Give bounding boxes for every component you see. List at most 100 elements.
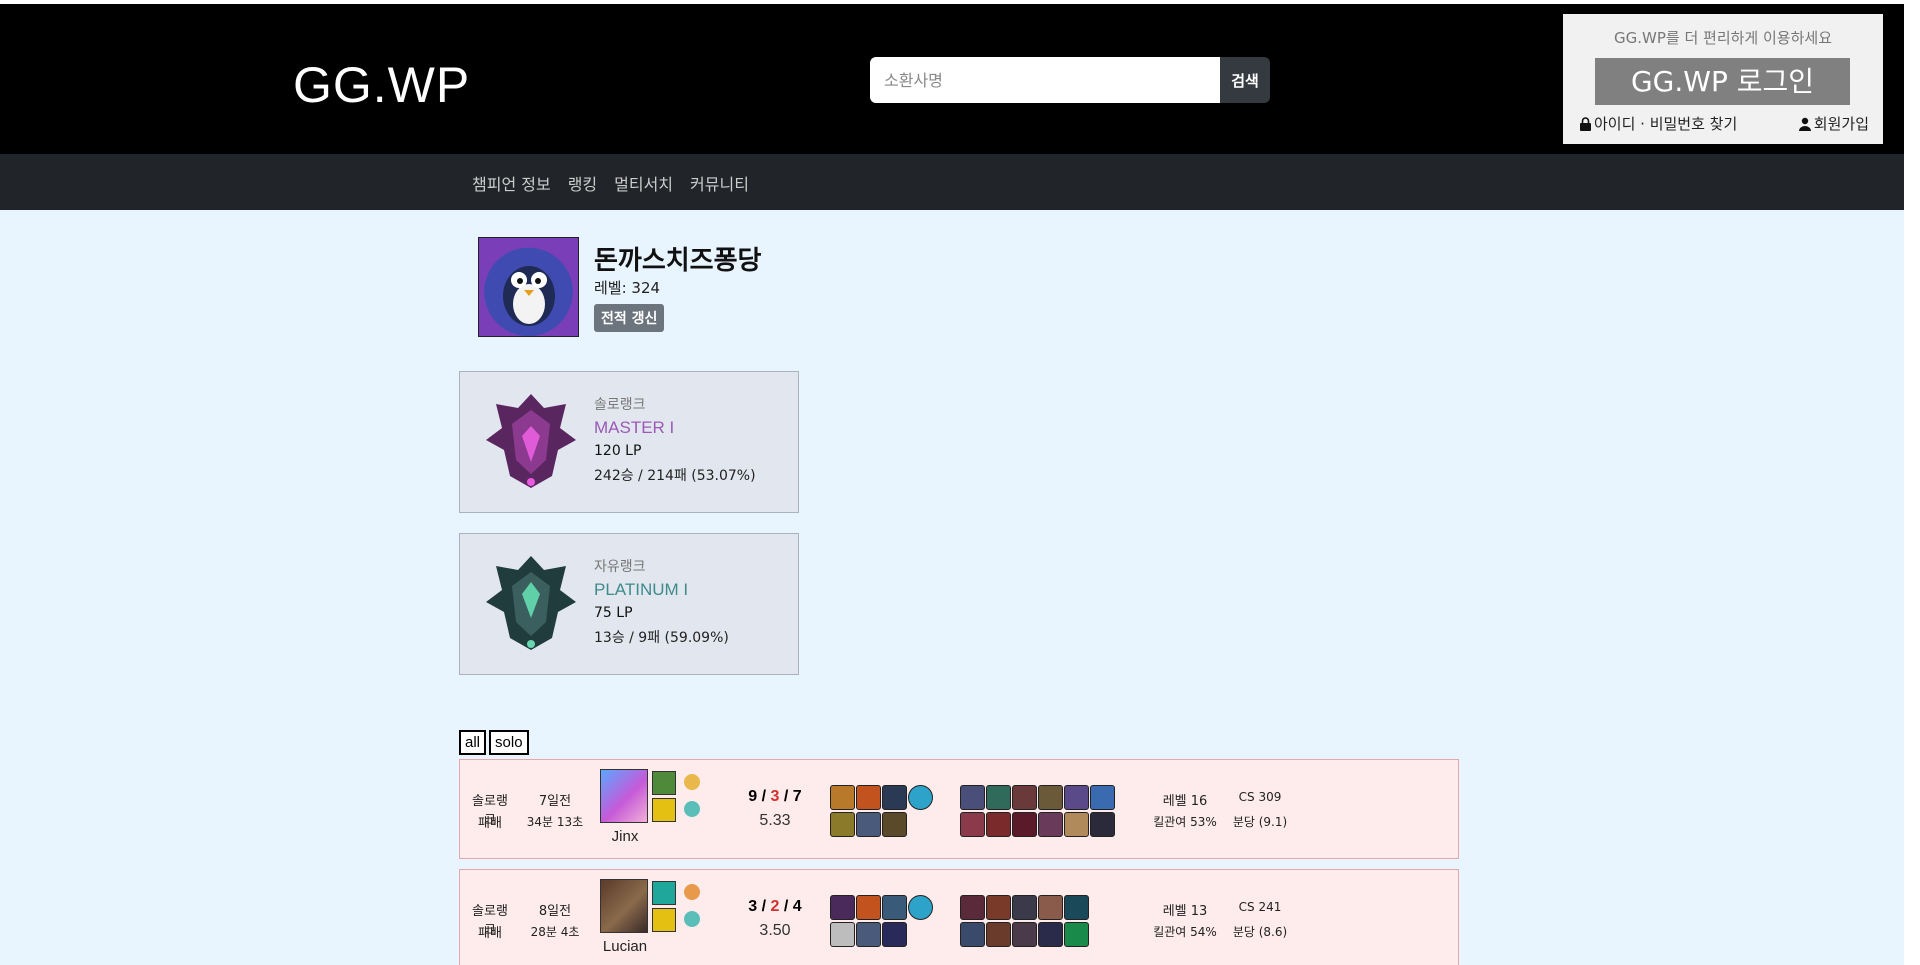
item-icon bbox=[882, 922, 907, 947]
refresh-button[interactable]: 전적 갱신 bbox=[594, 304, 665, 332]
nav-item-community[interactable]: 커뮤니티 bbox=[690, 171, 749, 195]
match-filters: all solo bbox=[459, 730, 529, 755]
user-icon bbox=[1798, 117, 1811, 131]
summoner-level: 레벨: 324 bbox=[594, 279, 661, 297]
signup-link[interactable]: 회원가입 bbox=[1798, 113, 1869, 134]
item-icon bbox=[856, 922, 881, 947]
kills: 3 bbox=[748, 898, 758, 915]
match-row[interactable]: 솔로랭크 패배 7일전 34분 13초 Jinx 9 / 3 / 7 5.33 bbox=[459, 759, 1459, 859]
assists: 4 bbox=[792, 898, 802, 915]
item-icon bbox=[856, 895, 881, 920]
participant-champion-icon bbox=[960, 785, 985, 810]
summoner-spell-icon bbox=[652, 881, 676, 905]
kda-ratio: 5.33 bbox=[759, 812, 791, 829]
rank-lp: 120 LP bbox=[594, 443, 642, 459]
flex-rank-card: 자유랭크 PLATINUM I 75 LP 13승 / 9패 (59.09%) bbox=[459, 533, 799, 675]
search-button[interactable]: 검색 bbox=[1220, 57, 1270, 103]
rune-icon bbox=[684, 774, 700, 790]
rank-queue-type: 솔로랭크 bbox=[594, 397, 646, 413]
champion-portrait bbox=[600, 769, 648, 823]
rune-icon bbox=[684, 801, 700, 817]
participant-champion-icon bbox=[1064, 812, 1089, 837]
participant-champion-icon bbox=[960, 895, 985, 920]
site-logo[interactable]: GG.WP bbox=[293, 56, 470, 114]
filter-all-button[interactable]: all bbox=[459, 730, 487, 755]
participant-champion-icon bbox=[1038, 785, 1063, 810]
item-icon bbox=[856, 785, 881, 810]
rank-record: 242승 / 214패 (53.07%) bbox=[594, 468, 756, 484]
nav-item-ranking[interactable]: 랭킹 bbox=[568, 171, 597, 195]
summoner-search-input[interactable] bbox=[870, 57, 1220, 103]
participant-champion-icon bbox=[960, 922, 985, 947]
participant-champion-icon bbox=[986, 785, 1011, 810]
login-button[interactable]: GG.WP 로그인 bbox=[1595, 58, 1850, 105]
match-row[interactable]: 솔로랭크 패배 8일전 28분 4초 Lucian 3 / 2 / 4 3.50… bbox=[459, 869, 1459, 965]
nav-item-champions[interactable]: 챔피언 정보 bbox=[472, 171, 551, 195]
item-icon bbox=[882, 785, 907, 810]
participant-champion-icon bbox=[1012, 895, 1037, 920]
rank-tier: PLATINUM I bbox=[594, 580, 689, 599]
participant-champion-icon bbox=[1038, 922, 1063, 947]
rank-queue-type: 자유랭크 bbox=[594, 559, 646, 575]
filter-solo-button[interactable]: solo bbox=[489, 730, 529, 755]
item-icon bbox=[882, 812, 907, 837]
participant-champion-icon bbox=[1038, 895, 1063, 920]
item-icon bbox=[882, 895, 907, 920]
main-nav: 챔피언 정보 랭킹 멀티서치 커뮤니티 bbox=[0, 154, 1904, 210]
summoner-spell-icon bbox=[652, 798, 676, 822]
deaths: 2 bbox=[770, 898, 780, 915]
master-emblem-icon bbox=[486, 394, 576, 488]
summoner-spell-icon bbox=[652, 771, 676, 795]
item-icon bbox=[830, 785, 855, 810]
login-links: 아이디 · 비밀번호 찾기 회원가입 bbox=[1579, 113, 1869, 134]
match-duration: 34분 13초 bbox=[526, 815, 584, 829]
match-cs: CS 241 bbox=[1238, 900, 1282, 914]
participant-champion-icon bbox=[1064, 785, 1089, 810]
nav-item-multisearch[interactable]: 멀티서치 bbox=[614, 171, 673, 195]
login-panel: GG.WP를 더 편리하게 이용하세요 GG.WP 로그인 아이디 · 비밀번호… bbox=[1563, 14, 1883, 144]
platinum-emblem-icon bbox=[486, 556, 576, 650]
participant-champion-icon bbox=[1064, 895, 1089, 920]
kda-score: 9 / 3 / 7 bbox=[748, 788, 802, 805]
match-cs: CS 309 bbox=[1238, 790, 1282, 804]
match-cs-per-min: 분당 (8.6) bbox=[1232, 925, 1288, 939]
participant-champion-icon bbox=[986, 895, 1011, 920]
solo-rank-card: 솔로랭크 MASTER I 120 LP 242승 / 214패 (53.07%… bbox=[459, 371, 799, 513]
kda-ratio: 3.50 bbox=[759, 922, 791, 939]
participant-champion-icon bbox=[1064, 922, 1089, 947]
match-result: 패배 bbox=[478, 926, 502, 941]
champion-name: Jinx bbox=[611, 828, 639, 845]
item-icon bbox=[830, 895, 855, 920]
match-result: 패배 bbox=[478, 816, 502, 831]
item-icon bbox=[908, 785, 933, 810]
lock-icon bbox=[1580, 116, 1591, 131]
login-hint: GG.WP를 더 편리하게 이용하세요 bbox=[1614, 29, 1832, 47]
rank-tier: MASTER I bbox=[594, 418, 675, 437]
champion-name: Lucian bbox=[602, 938, 648, 955]
match-cs-per-min: 분당 (9.1) bbox=[1232, 815, 1288, 829]
item-icon bbox=[830, 812, 855, 837]
champion-portrait bbox=[600, 879, 648, 933]
participant-champion-icon bbox=[1012, 922, 1037, 947]
rune-icon bbox=[684, 911, 700, 927]
summoner-spell-icon bbox=[652, 908, 676, 932]
rune-icon bbox=[684, 884, 700, 900]
empty-item-slot bbox=[830, 922, 855, 947]
item-icon bbox=[856, 812, 881, 837]
participant-champion-icon bbox=[986, 922, 1011, 947]
assists: 7 bbox=[792, 788, 802, 805]
find-account-link[interactable]: 아이디 · 비밀번호 찾기 bbox=[1579, 113, 1737, 134]
kda-score: 3 / 2 / 4 bbox=[748, 898, 802, 915]
summoner-name: 돈까스치즈퐁당 bbox=[594, 246, 762, 276]
participant-champion-icon bbox=[1012, 812, 1037, 837]
profile-icon bbox=[478, 237, 579, 337]
match-duration: 28분 4초 bbox=[530, 925, 580, 939]
content-area: 돈까스치즈퐁당 레벨: 324 전적 갱신 솔로랭크 MASTER I 120 … bbox=[0, 210, 1904, 965]
participant-champion-icon bbox=[1012, 785, 1037, 810]
page-edge bbox=[1904, 0, 1920, 965]
deaths: 3 bbox=[770, 788, 780, 805]
find-account-label: 아이디 · 비밀번호 찾기 bbox=[1594, 115, 1738, 133]
match-ago: 7일전 bbox=[538, 794, 572, 809]
match-ago: 8일전 bbox=[538, 904, 572, 919]
rank-record: 13승 / 9패 (59.09%) bbox=[594, 630, 729, 646]
